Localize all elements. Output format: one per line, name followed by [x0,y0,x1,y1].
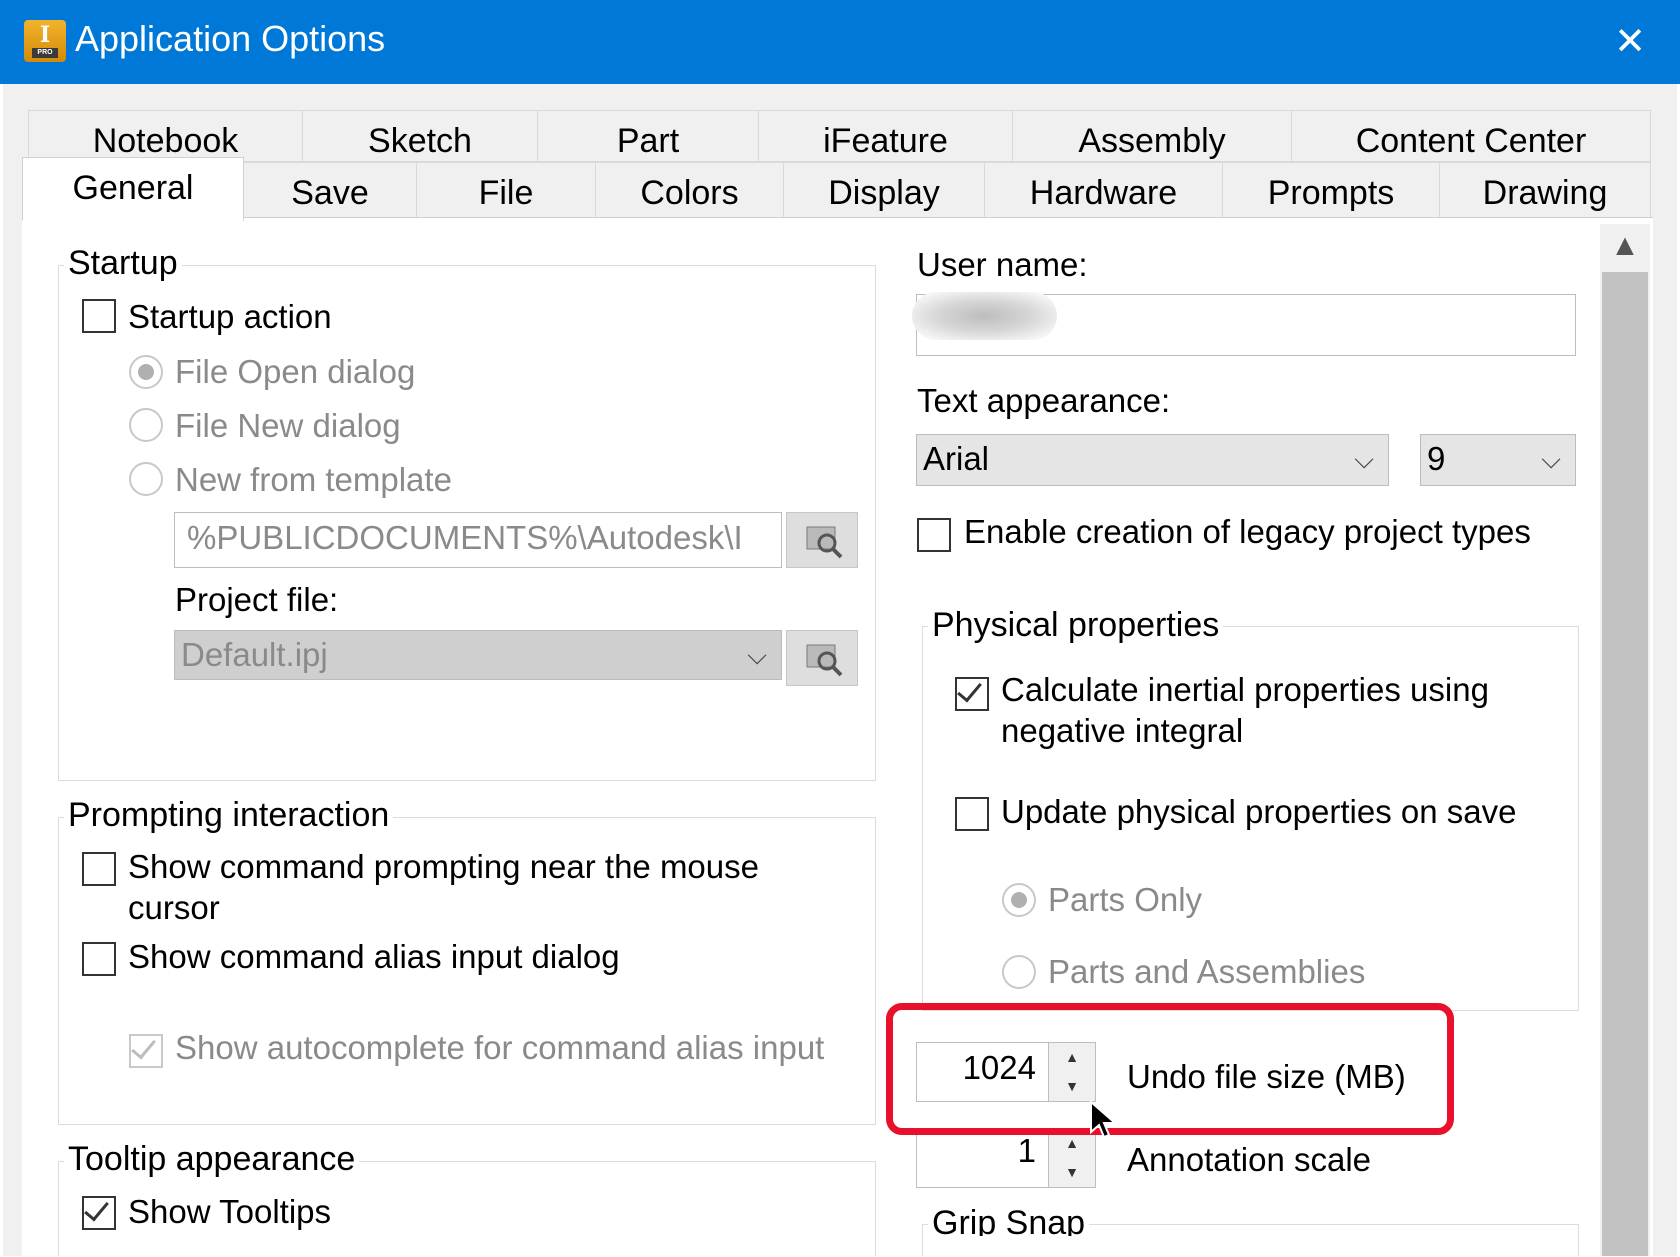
user-name-label: User name: [917,246,1088,283]
physical-properties-legend: Physical properties [928,606,1224,645]
tab-display[interactable]: Display [783,162,985,218]
show-prompting-checkbox[interactable] [82,852,116,886]
spin-down-icon[interactable]: ▼ [1049,1158,1095,1187]
tab-notebook[interactable]: Notebook [28,110,303,162]
tooltip-legend: Tooltip appearance [64,1140,360,1179]
file-open-dialog-radio[interactable] [129,355,163,389]
browse-folder-search-icon [806,644,843,677]
chevron-down-icon: ⌵ [1354,444,1374,474]
startup-action-checkbox[interactable] [82,299,116,333]
font-size-value: 9 [1427,440,1446,477]
tab-ifeature[interactable]: iFeature [758,110,1013,162]
file-new-dialog-label: File New dialog [175,407,401,444]
show-autocomplete-label: Show autocomplete for command alias inpu… [175,1029,825,1066]
show-tooltips-checkbox[interactable] [82,1195,116,1230]
project-file-value: Default.ipj [181,636,328,673]
file-new-dialog-radio[interactable] [129,408,163,442]
scroll-thumb[interactable] [1602,272,1648,1256]
startup-action-label: Startup action [128,298,332,335]
show-autocomplete-checkbox[interactable] [129,1033,163,1068]
chevron-down-icon: ⌵ [1541,444,1561,474]
tab-assembly[interactable]: Assembly [1012,110,1292,162]
tab-prompts[interactable]: Prompts [1222,162,1440,218]
tab-drawing[interactable]: Drawing [1439,162,1651,218]
tab-colors[interactable]: Colors [595,162,784,218]
tab-general[interactable]: General [22,157,244,221]
new-from-template-radio[interactable] [129,462,163,496]
show-tooltips-label: Show Tooltips [128,1193,332,1230]
tab-content-center[interactable]: Content Center [1291,110,1651,162]
update-on-save-checkbox[interactable] [955,797,989,831]
parts-assemblies-radio[interactable] [1002,955,1036,989]
calc-inertial-label-line1: Calculate inertial properties using [1001,671,1489,708]
legacy-project-types-label: Enable creation of legacy project types [964,513,1531,550]
show-alias-dialog-label: Show command alias input dialog [128,938,620,975]
chevron-down-icon: ⌵ [747,640,767,670]
annotation-scale-label: Annotation scale [1127,1141,1372,1178]
parts-assemblies-label: Parts and Assemblies [1048,953,1366,990]
text-appearance-label: Text appearance: [917,382,1171,419]
grip-snap-legend: Grip Snap [928,1204,1090,1236]
tab-hardware[interactable]: Hardware [984,162,1223,218]
font-dropdown[interactable]: Arial ⌵ [916,434,1389,486]
inventor-pro-logo-icon: I PRO [24,20,66,62]
font-value: Arial [923,440,990,477]
tab-part[interactable]: Part [537,110,759,162]
font-size-dropdown[interactable]: 9 ⌵ [1420,434,1576,486]
tab-save[interactable]: Save [243,162,417,218]
close-button[interactable]: ✕ [1592,14,1668,70]
new-from-template-label: New from template [175,461,452,498]
update-on-save-label: Update physical properties on save [1001,793,1517,830]
browse-folder-search-icon [806,526,843,559]
mouse-cursor-icon [1090,1100,1118,1139]
parts-only-radio[interactable] [1002,883,1036,917]
project-file-dropdown[interactable]: Default.ipj ⌵ [174,630,782,680]
project-file-label: Project file: [175,581,339,618]
template-path-field[interactable]: %PUBLICDOCUMENTS%\Autodesk\I [174,512,782,568]
template-browse-button[interactable] [786,512,858,568]
project-browse-button[interactable] [786,630,858,686]
tab-file[interactable]: File [416,162,596,218]
tab-sketch[interactable]: Sketch [302,110,538,162]
redacted-user-name [912,292,1057,340]
scroll-up-arrow-icon[interactable]: ▲ [1600,224,1650,268]
highlight-annotation [886,1003,1454,1135]
window-title: Application Options [75,18,386,59]
show-prompting-label-line1: Show command prompting near the mouse [128,848,759,885]
file-open-dialog-label: File Open dialog [175,353,416,390]
calc-inertial-label-line2: negative integral [1001,712,1244,749]
legacy-project-types-checkbox[interactable] [917,518,951,552]
show-alias-dialog-checkbox[interactable] [82,942,116,976]
calc-inertial-checkbox[interactable] [955,676,989,711]
parts-only-label: Parts Only [1048,881,1203,918]
show-prompting-label-line2: cursor [128,889,220,926]
annotation-scale-input[interactable]: 1 [916,1128,1049,1188]
prompting-legend: Prompting interaction [64,796,394,835]
startup-legend: Startup [64,244,182,283]
